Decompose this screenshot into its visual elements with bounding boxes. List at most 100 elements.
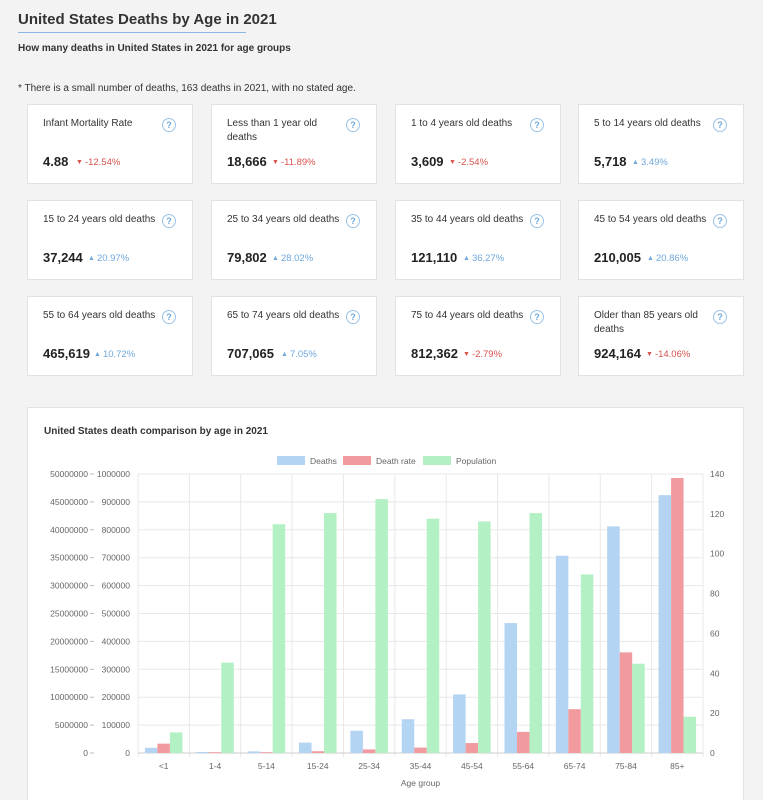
bar-deaths <box>350 730 363 753</box>
y-tick-label-deaths: 200000 <box>102 692 131 702</box>
card-change-text: 10.72% <box>102 349 136 360</box>
no-age-note: * There is a small number of deaths, 163… <box>18 83 356 94</box>
help-icon[interactable]: ? <box>162 118 176 132</box>
arrow-down-icon: ▼ <box>463 351 470 358</box>
bar-death-rate <box>311 751 325 753</box>
bar-population <box>221 662 234 753</box>
card-value: 4.88 <box>43 154 69 169</box>
title-underline <box>18 32 246 33</box>
y-tick-label-rate: 120 <box>710 509 724 519</box>
y-tick-label-deaths: 100000 <box>102 720 131 730</box>
arrow-down-icon: ▼ <box>449 159 456 166</box>
legend-swatch-deaths <box>277 456 305 465</box>
help-icon[interactable]: ? <box>530 118 544 132</box>
help-icon[interactable]: ? <box>162 310 176 324</box>
y-tick-label-population: 5000000 <box>55 720 88 730</box>
bar-deaths <box>401 719 415 753</box>
legend-label: Deaths <box>310 456 337 466</box>
bar-population <box>632 663 645 753</box>
help-icon[interactable]: ? <box>530 310 544 324</box>
card-label: 15 to 24 years old deaths <box>43 214 156 225</box>
arrow-down-icon: ▼ <box>76 159 83 166</box>
card-change-text: -11.89% <box>280 157 316 168</box>
card-value: 707,065 <box>227 346 274 361</box>
y-tick-label-population: 50000000 <box>50 469 88 479</box>
stat-card-25-34: 25 to 34 years old deaths ? 79,802 ▲ 28.0… <box>211 200 377 280</box>
stat-card-85-plus: Older than 85 years old deaths ? 924,164… <box>578 296 744 376</box>
bar-death-rate <box>671 477 684 753</box>
arrow-down-icon: ▼ <box>272 159 279 166</box>
bar-death-rate <box>362 749 376 753</box>
y-tick-label-deaths: 1000000 <box>97 469 130 479</box>
arrow-up-icon: ▲ <box>647 255 654 262</box>
y-tick-label-rate: 140 <box>710 469 724 479</box>
help-icon[interactable]: ? <box>713 214 727 228</box>
bar-death-rate <box>414 747 427 753</box>
y-tick-label-population: 10000000 <box>50 692 88 702</box>
legend-swatch-death-rate <box>343 456 371 465</box>
help-icon[interactable]: ? <box>346 310 360 324</box>
card-value: 18,666 <box>227 154 267 169</box>
card-change-text: -2.79% <box>471 349 503 360</box>
y-tick-label-population: 40000000 <box>50 525 88 535</box>
x-tick-label: 25-34 <box>358 761 380 771</box>
bar-death-rate <box>619 652 633 753</box>
card-change-text: 3.49% <box>640 157 668 168</box>
y-tick-label-rate: 100 <box>710 549 724 559</box>
y-tick-label-deaths: 400000 <box>102 636 131 646</box>
card-change: ▲ 3.49% <box>632 157 668 168</box>
card-value: 465,619 <box>43 346 90 361</box>
bar-death-rate <box>516 731 530 753</box>
help-icon[interactable]: ? <box>713 310 727 324</box>
stat-card-1-4: 1 to 4 years old deaths ? 3,609 ▼ -2.54% <box>395 104 561 184</box>
card-label: 45 to 54 years old deaths <box>594 214 707 225</box>
stat-card-65-74: 65 to 74 years old deaths ? 707,065 ▲ 7.0… <box>211 296 377 376</box>
y-tick-label-population: 30000000 <box>50 581 88 591</box>
legend-label: Death rate <box>376 456 416 466</box>
stat-card-under-1: Less than 1 year old deaths ? 18,666 ▼ -1… <box>211 104 377 184</box>
card-change: ▲ 36.27% <box>463 253 504 264</box>
chart-panel: United States death comparison by age in… <box>27 407 744 800</box>
help-icon[interactable]: ? <box>346 214 360 228</box>
bar-death-rate <box>465 743 479 753</box>
card-value: 210,005 <box>594 250 641 265</box>
help-icon[interactable]: ? <box>162 214 176 228</box>
bar-death-rate <box>568 709 581 753</box>
arrow-up-icon: ▲ <box>463 255 470 262</box>
bar-population <box>169 732 183 753</box>
card-change: ▲ 20.86% <box>647 253 688 264</box>
arrow-up-icon: ▲ <box>94 351 101 358</box>
x-tick-label: 35-44 <box>410 761 432 771</box>
card-change-text: -2.54% <box>457 157 489 168</box>
bar-population <box>375 499 388 753</box>
y-tick-label-population: 25000000 <box>50 609 88 619</box>
arrow-down-icon: ▼ <box>646 351 653 358</box>
stat-card-infant-mortality: Infant Mortality Rate ? 4.88 ▼ -12.54% <box>27 104 193 184</box>
legend-swatch-population <box>423 456 451 465</box>
card-label: Less than 1 year old deaths <box>227 118 318 143</box>
arrow-up-icon: ▲ <box>281 351 288 358</box>
card-label: 25 to 34 years old deaths <box>227 214 340 225</box>
help-icon[interactable]: ? <box>530 214 544 228</box>
card-change: ▼ -11.89% <box>272 157 316 168</box>
card-change: ▼ -2.79% <box>463 349 502 360</box>
bar-deaths <box>247 751 261 753</box>
card-change-text: -12.54% <box>84 157 121 168</box>
card-change-text: 36.27% <box>471 253 505 264</box>
y-tick-label-rate: 60 <box>710 628 720 638</box>
x-tick-label: 1-4 <box>209 761 222 771</box>
bar-population <box>683 716 697 753</box>
bar-population <box>478 521 491 753</box>
y-tick-label-deaths: 800000 <box>102 525 131 535</box>
help-icon[interactable]: ? <box>713 118 727 132</box>
card-change: ▼ -12.54% <box>76 157 120 168</box>
y-tick-label-population: 0 <box>83 748 88 758</box>
help-icon[interactable]: ? <box>346 118 360 132</box>
card-label: 65 to 74 years old deaths <box>227 310 340 321</box>
y-tick-label-deaths: 0 <box>125 748 130 758</box>
y-tick-label-rate: 80 <box>710 589 720 599</box>
y-tick-label-population: 20000000 <box>50 636 88 646</box>
bar-population <box>324 513 337 753</box>
card-change: ▼ -14.06% <box>646 349 690 360</box>
x-tick-label: 5-14 <box>258 761 275 771</box>
